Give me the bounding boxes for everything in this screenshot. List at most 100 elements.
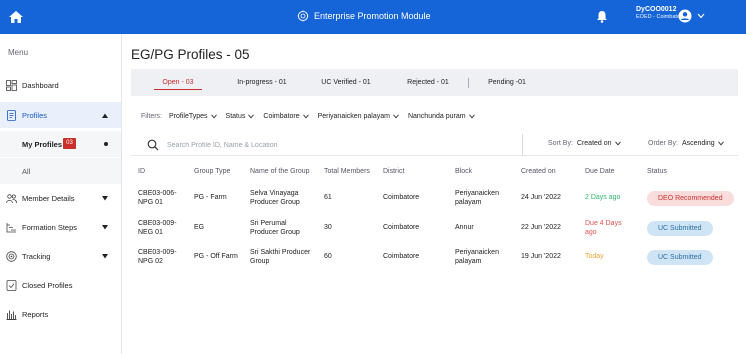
active-dot: [104, 142, 108, 146]
sidebar-item-reports[interactable]: Reports: [0, 301, 121, 327]
sidebar-item-dashboard[interactable]: Dashboard: [0, 72, 121, 98]
sidebar-item-formation-steps[interactable]: Formation Steps: [0, 214, 121, 240]
sidebar-subitem-my-profiles[interactable]: My Profiles 03: [0, 131, 121, 157]
sort-by-label: Sort By:: [548, 140, 573, 147]
order-by-select[interactable]: Order By: Ascending: [648, 140, 724, 147]
column-header[interactable]: Name of the Group: [250, 168, 310, 175]
sidebar-item-label: Reports: [22, 309, 49, 319]
app-brand: Enterprise Promotion Module: [297, 10, 431, 22]
cell-due-date: Today: [585, 253, 604, 260]
steps-icon: [6, 222, 16, 232]
chevron-down-icon: [393, 114, 399, 119]
filter-status[interactable]: Status: [226, 113, 255, 120]
menu-title: Menu: [8, 48, 29, 57]
sidebar: Menu Dashboard Profiles My Profiles 03 A…: [0, 34, 122, 354]
cell-block: Annur: [455, 224, 474, 231]
chevron-down-icon: [210, 114, 217, 119]
sidebar-subitem-all[interactable]: All: [0, 158, 121, 184]
app-title: Enterprise Promotion Module: [314, 11, 431, 21]
column-header[interactable]: ID: [138, 168, 145, 175]
count-badge: 03: [63, 138, 76, 149]
sidebar-item-profiles[interactable]: Profiles: [0, 102, 121, 128]
cell-created-on: 22 Jun '2022: [521, 224, 561, 231]
column-header[interactable]: Due Date: [585, 168, 615, 175]
sidebar-item-closed-profiles[interactable]: Closed Profiles: [0, 272, 121, 298]
filter-district[interactable]: Coimbatore: [263, 113, 309, 120]
cell-due-date: 2 Days ago: [585, 194, 621, 201]
cell-district: Coimbatore: [383, 194, 420, 201]
cell-id: CBE03-006-NPG 01: [138, 190, 177, 206]
sidebar-item-label: Member Details: [22, 193, 75, 203]
chevron-down-icon[interactable]: [102, 195, 108, 201]
sidebar-subitem-label: All: [22, 167, 31, 176]
column-header[interactable]: Status: [647, 168, 667, 175]
cell-group-type: PG - Off Farm: [194, 253, 238, 260]
sidebar-item-tracking[interactable]: Tracking: [0, 243, 121, 269]
cell-group-type: PG - Farm: [194, 194, 227, 201]
sort-by-select[interactable]: Sort By: Created on: [548, 140, 621, 147]
cell-total-members: 61: [324, 194, 332, 201]
sidebar-item-member-details[interactable]: Member Details: [0, 185, 121, 211]
table-row[interactable]: CBE03-009-NPG 02 PG - Off Farm Sri Sakth…: [131, 243, 738, 272]
column-header[interactable]: Created on: [521, 168, 556, 175]
column-header[interactable]: Total Members: [324, 168, 370, 175]
filter-block[interactable]: Periyanaicken palayam: [318, 113, 399, 120]
sort-by-value: Created on: [576, 140, 612, 147]
sidebar-item-label: Formation Steps: [22, 222, 78, 232]
chevron-down-icon[interactable]: [102, 224, 108, 230]
user-info[interactable]: DyCOO0012 EOED - Coimbatore: [636, 6, 685, 21]
user-location: EOED - Coimbatore: [636, 14, 685, 21]
tab-uc-verified[interactable]: UC Verified - 01: [313, 69, 379, 96]
members-icon: [6, 193, 17, 203]
tab-pending[interactable]: Pending -01: [477, 69, 537, 96]
table-header: ID Group Type Name of the Group Total Me…: [131, 163, 738, 181]
cell-group-name: Sri Sakthi Producer Group: [250, 249, 311, 265]
status-badge: UC Submitted: [647, 221, 713, 236]
closed-doc-icon: [6, 279, 17, 291]
chevron-up-icon[interactable]: [102, 113, 108, 118]
chevron-down-icon: [302, 114, 309, 119]
tab-in-progress[interactable]: In-progress - 01: [227, 69, 297, 96]
chevron-down-icon[interactable]: [102, 253, 108, 259]
column-header[interactable]: District: [383, 168, 404, 175]
status-tabs: Open - 03 In-progress - 01 UC Verified -…: [131, 69, 738, 96]
bell-icon[interactable]: [596, 10, 608, 23]
column-header[interactable]: Group Type: [194, 168, 230, 175]
dashboard-icon: [6, 79, 17, 91]
cell-id: CBE03-009-NPG 02: [138, 249, 177, 265]
filter-profile-types[interactable]: ProfileTypes: [169, 113, 217, 120]
page-title: EG/PG Profiles - 05: [131, 47, 250, 62]
chevron-down-icon[interactable]: [697, 13, 705, 19]
toolbar-divider: [522, 134, 523, 156]
search-input[interactable]: [167, 138, 407, 152]
cell-created-on: 19 Jun '2022: [521, 253, 561, 260]
chevron-down-icon: [717, 141, 724, 146]
cell-group-name: Selva Vinayaga Producer Group: [250, 190, 300, 206]
filter-bar: Filters: ProfileTypes Status Coimbatore …: [141, 110, 484, 122]
home-icon[interactable]: [8, 9, 24, 25]
user-id: DyCOO0012: [636, 6, 677, 13]
profile-doc-icon: [7, 109, 16, 121]
cell-total-members: 60: [324, 253, 332, 260]
search-toolbar: Sort By: Created on Order By: Ascending: [131, 134, 738, 156]
status-badge: DEO Recommended: [647, 191, 734, 206]
tracking-icon: [6, 250, 17, 262]
order-by-value: Ascending: [681, 140, 715, 147]
cell-due-date: Due 4 Days ago: [585, 220, 622, 236]
chevron-down-icon: [468, 114, 475, 119]
cell-created-on: 24 Jun '2022: [521, 194, 561, 201]
chevron-down-icon: [248, 114, 255, 119]
table-row[interactable]: CBE03-009-NEG 01 EG Sri Perumal Producer…: [131, 214, 738, 243]
reports-icon: [6, 310, 17, 320]
logo-icon: [297, 10, 309, 22]
column-header[interactable]: Block: [455, 168, 472, 175]
tab-rejected[interactable]: Rejected - 01: [395, 69, 461, 96]
cell-district: Coimbatore: [383, 224, 420, 231]
account-icon[interactable]: [678, 9, 692, 23]
status-badge: UC Submitted: [647, 250, 713, 265]
filter-village[interactable]: Nanchunda puram: [408, 113, 475, 120]
tab-open[interactable]: Open - 03: [148, 69, 208, 96]
sidebar-item-label: Profiles: [22, 110, 48, 120]
sidebar-item-label: Tracking: [22, 251, 51, 261]
table-row[interactable]: CBE03-006-NPG 01 PG - Farm Selva Vinayag…: [131, 184, 738, 213]
